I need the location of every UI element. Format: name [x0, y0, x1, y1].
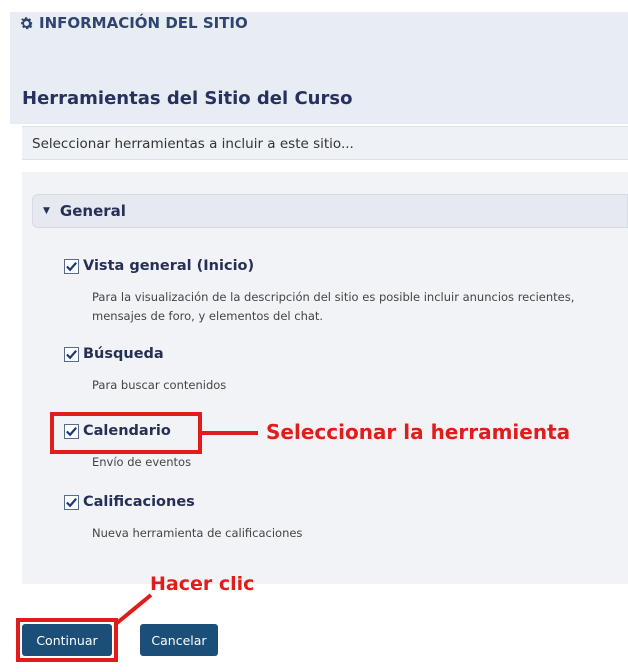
tool-item-calificaciones: Calificaciones Nueva herramienta de cali… [64, 494, 602, 543]
tool-label: Calificaciones [83, 494, 195, 510]
annotation-click: Hacer clic [150, 573, 255, 595]
cancel-button[interactable]: Cancelar [140, 624, 218, 656]
tool-item-vista-general: Vista general (Inicio) Para la visualiza… [64, 258, 602, 326]
annotation-arrow-line [115, 593, 153, 625]
tool-checkbox-calificaciones[interactable] [64, 494, 79, 510]
caret-down-icon: ▼ [43, 206, 50, 216]
site-title-text: INFORMACIÓN DEL SITIO [39, 14, 248, 32]
group-label: General [59, 202, 126, 220]
tool-description: Para buscar contenidos [92, 378, 227, 392]
tool-item-busqueda: Búsqueda Para buscar contenidos [64, 346, 602, 395]
tool-label: Búsqueda [83, 346, 164, 362]
tool-description: Nueva herramienta de calificaciones [92, 526, 303, 540]
tool-checkbox-vista-general[interactable] [64, 258, 79, 274]
checkmark-icon [66, 261, 77, 271]
annotation-select-tool: Seleccionar la herramienta [266, 420, 571, 444]
page-title: Herramientas del Sitio del Curso [22, 88, 353, 109]
checkmark-icon [66, 497, 77, 507]
tool-description: Envío de eventos [92, 455, 192, 469]
group-toggle-general[interactable]: ▼ General [32, 194, 628, 228]
annotation-highlight-calendario [50, 412, 202, 454]
site-info-title: INFORMACIÓN DEL SITIO [18, 14, 248, 32]
tool-description: Para la visualización de la descripción … [92, 290, 575, 323]
gear-icon [21, 16, 34, 29]
annotation-connector-line [202, 431, 258, 435]
tool-checkbox-busqueda[interactable] [64, 346, 79, 362]
annotation-highlight-continue [16, 618, 118, 662]
instruction-text: Seleccionar herramientas a incluir a est… [32, 136, 354, 152]
tool-label: Vista general (Inicio) [83, 258, 255, 274]
checkmark-icon [66, 349, 77, 359]
